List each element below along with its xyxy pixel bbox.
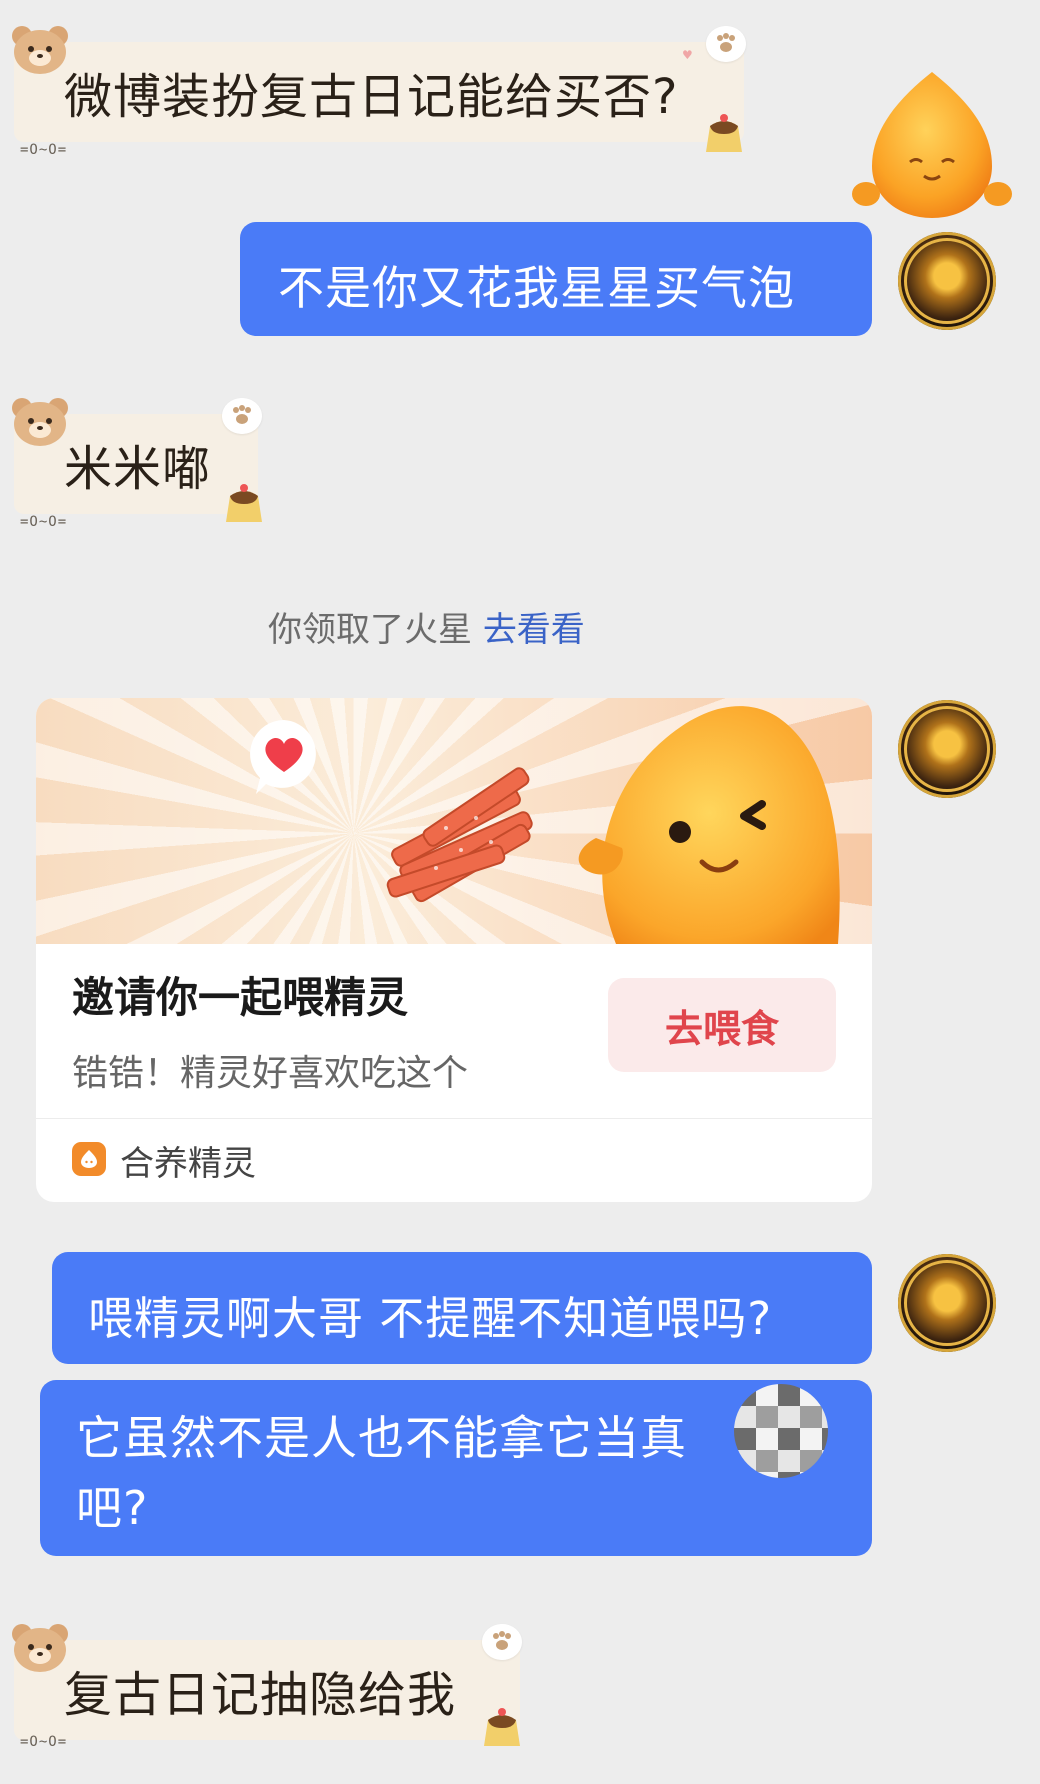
pudding-icon <box>226 484 262 522</box>
incoming-message-bubble[interactable]: 复古日记抽隐给我 =O~O= <box>12 1624 522 1750</box>
blurred-emoji <box>734 1384 828 1478</box>
deco-tag: =O~O= <box>20 142 68 158</box>
pudding-icon <box>706 114 742 152</box>
pudding-icon <box>484 1708 520 1746</box>
outgoing-message-bubble[interactable]: 喂精灵啊大哥 不提醒不知道喂吗? <box>52 1252 872 1364</box>
outgoing-message-bubble[interactable]: 不是你又花我星星买气泡 <box>240 222 872 336</box>
deco-tag: =O~O= <box>20 514 68 530</box>
app-name[interactable]: 合养精灵 <box>120 1136 256 1185</box>
user-avatar[interactable] <box>898 232 996 330</box>
message-text-line1: 它虽然不是人也不能拿它当真 <box>76 1411 687 1465</box>
message-text: 米米嘟 <box>64 441 212 497</box>
mascot-icon <box>852 72 1012 218</box>
bear-sticker-icon <box>12 26 68 74</box>
mascot-icon <box>578 706 840 944</box>
incoming-message-bubble[interactable]: 微博装扮复古日记能给买否? ♥ =O~O= <box>12 26 746 158</box>
deco-tag: =O~O= <box>20 1734 68 1750</box>
feed-button[interactable]: 去喂食 <box>608 978 836 1072</box>
card-hero-image <box>36 698 872 944</box>
incoming-message-bubble[interactable]: 米米嘟 =O~O= <box>12 398 262 530</box>
snack-image <box>386 767 533 903</box>
card-title: 邀请你一起喂精灵 <box>72 973 409 1022</box>
paw-icon <box>706 26 746 62</box>
message-text: 不是你又花我星星买气泡 <box>278 261 795 315</box>
message-text: 微博装扮复古日记能给买否? <box>64 69 679 125</box>
system-text: 你领取了火星 <box>268 610 472 650</box>
system-notice: 你领取了火星 去看看 <box>268 602 585 651</box>
outgoing-message-bubble[interactable]: 它虽然不是人也不能拿它当真 吧? <box>40 1380 872 1556</box>
spirit-app-icon <box>72 1142 106 1176</box>
bear-sticker-icon <box>12 1624 68 1672</box>
card-divider <box>36 1118 872 1119</box>
message-text: 复古日记抽隐给我 <box>64 1667 457 1723</box>
view-link[interactable]: 去看看 <box>483 610 585 650</box>
paw-icon <box>482 1624 522 1660</box>
user-avatar[interactable] <box>898 1254 996 1352</box>
heart-icon <box>250 720 316 794</box>
feed-spirit-card[interactable]: 邀请你一起喂精灵 锆锆！精灵好喜欢吃这个 去喂食 合养精灵 <box>36 698 872 1202</box>
user-avatar[interactable] <box>898 700 996 798</box>
bear-sticker-icon <box>12 398 68 446</box>
message-text-line2: 吧? <box>76 1481 149 1535</box>
paw-icon <box>222 398 262 434</box>
message-text: 喂精灵啊大哥 不提醒不知道喂吗? <box>88 1292 773 1345</box>
heart-decoration: ♥ <box>682 48 693 62</box>
card-subtitle: 锆锆！精灵好喜欢吃这个 <box>72 1053 469 1094</box>
